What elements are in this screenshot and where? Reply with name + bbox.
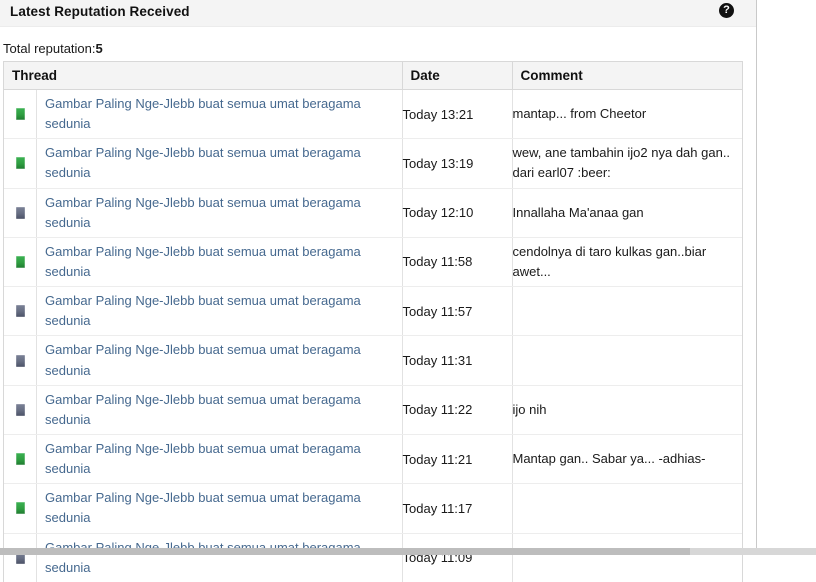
- reputation-neutral-icon: [15, 305, 25, 318]
- cell-thread: Gambar Paling Nge-Jlebb buat semua umat …: [4, 286, 403, 337]
- reputation-neutral-icon: [15, 206, 25, 219]
- horizontal-scrollbar[interactable]: [0, 548, 816, 555]
- cell-thread: Gambar Paling Nge-Jlebb buat semua umat …: [4, 237, 403, 288]
- cell-thread: Gambar Paling Nge-Jlebb buat semua umat …: [4, 138, 403, 189]
- table-row: Gambar Paling Nge-Jlebb buat semua umat …: [4, 286, 742, 337]
- reputation-indicator-cell: [4, 287, 37, 336]
- reputation-indicator-cell: [4, 139, 37, 188]
- reputation-indicator-cell: [4, 385, 37, 434]
- cell-date: Today 11:31: [402, 335, 513, 386]
- cell-comment: mantap... from Cheetor: [512, 89, 742, 140]
- cell-date: Today 11:22: [402, 385, 513, 435]
- cell-thread: Gambar Paling Nge-Jlebb buat semua umat …: [4, 335, 403, 386]
- cell-comment: [512, 533, 742, 582]
- cell-date: Today 13:19: [402, 138, 513, 189]
- reputation-table-body: Gambar Paling Nge-Jlebb buat semua umat …: [4, 89, 742, 582]
- total-reputation-label: Total reputation:: [3, 41, 96, 56]
- table-row: Gambar Paling Nge-Jlebb buat semua umat …: [4, 138, 742, 189]
- table-row: Gambar Paling Nge-Jlebb buat semua umat …: [4, 188, 742, 238]
- cell-comment: Innallaha Ma'anaa gan: [512, 188, 742, 238]
- reputation-positive-icon: [15, 157, 25, 170]
- thread-link[interactable]: Gambar Paling Nge-Jlebb buat semua umat …: [45, 538, 394, 578]
- thread-link[interactable]: Gambar Paling Nge-Jlebb buat semua umat …: [45, 291, 394, 331]
- reputation-positive-icon: [15, 502, 25, 515]
- panel-title-bar: Latest Reputation Received ?: [0, 0, 756, 27]
- thread-link[interactable]: Gambar Paling Nge-Jlebb buat semua umat …: [45, 242, 394, 282]
- reputation-positive-icon: [15, 108, 25, 121]
- thread-link[interactable]: Gambar Paling Nge-Jlebb buat semua umat …: [45, 193, 394, 233]
- table-row: Gambar Paling Nge-Jlebb buat semua umat …: [4, 89, 742, 140]
- table-row: Gambar Paling Nge-Jlebb buat semua umat …: [4, 483, 742, 534]
- cell-comment: Mantap gan.. Sabar ya... -adhias-: [512, 434, 742, 485]
- reputation-indicator-cell: [4, 533, 37, 582]
- cell-comment: [512, 286, 742, 337]
- cell-thread: Gambar Paling Nge-Jlebb buat semua umat …: [4, 385, 403, 435]
- cell-thread: Gambar Paling Nge-Jlebb buat semua umat …: [4, 483, 403, 534]
- table-row: Gambar Paling Nge-Jlebb buat semua umat …: [4, 385, 742, 435]
- cell-date: Today 11:57: [402, 286, 513, 337]
- cell-date: Today 13:21: [402, 89, 513, 140]
- column-header-comment[interactable]: Comment: [512, 62, 742, 90]
- reputation-indicator-cell: [4, 90, 37, 139]
- thread-link[interactable]: Gambar Paling Nge-Jlebb buat semua umat …: [45, 143, 394, 183]
- cell-comment: [512, 483, 742, 534]
- table-row: Gambar Paling Nge-Jlebb buat semua umat …: [4, 533, 742, 582]
- page-title: Latest Reputation Received: [10, 4, 190, 19]
- table-header-row: Thread Date Comment: [4, 62, 742, 90]
- column-header-date[interactable]: Date: [402, 62, 513, 90]
- cell-date: Today 11:17: [402, 483, 513, 534]
- cell-date: Today 11:58: [402, 237, 513, 288]
- table-row: Gambar Paling Nge-Jlebb buat semua umat …: [4, 335, 742, 386]
- reputation-indicator-cell: [4, 188, 37, 237]
- reputation-table: Thread Date Comment Gambar Paling Nge-Jl…: [4, 62, 742, 582]
- reputation-indicator-cell: [4, 434, 37, 484]
- table-row: Gambar Paling Nge-Jlebb buat semua umat …: [4, 237, 742, 288]
- cell-thread: Gambar Paling Nge-Jlebb buat semua umat …: [4, 533, 403, 582]
- reputation-indicator-cell: [4, 237, 37, 287]
- cell-date: Today 11:21: [402, 434, 513, 485]
- cell-date: Today 11:09: [402, 533, 513, 582]
- cell-thread: Gambar Paling Nge-Jlebb buat semua umat …: [4, 89, 403, 140]
- thread-link[interactable]: Gambar Paling Nge-Jlebb buat semua umat …: [45, 94, 394, 134]
- reputation-neutral-icon: [15, 354, 25, 367]
- horizontal-scrollbar-thumb[interactable]: [0, 548, 690, 555]
- reputation-positive-icon: [15, 453, 25, 466]
- reputation-panel: Latest Reputation Received ? Total reput…: [0, 0, 757, 582]
- cell-comment: ijo nih: [512, 385, 742, 435]
- cell-thread: Gambar Paling Nge-Jlebb buat semua umat …: [4, 188, 403, 238]
- total-reputation-value: 5: [95, 41, 103, 56]
- thread-link[interactable]: Gambar Paling Nge-Jlebb buat semua umat …: [45, 390, 394, 430]
- column-header-thread[interactable]: Thread: [4, 62, 403, 90]
- reputation-neutral-icon: [15, 403, 25, 416]
- reputation-table-container: Thread Date Comment Gambar Paling Nge-Jl…: [3, 61, 743, 582]
- thread-link[interactable]: Gambar Paling Nge-Jlebb buat semua umat …: [45, 488, 394, 528]
- thread-link[interactable]: Gambar Paling Nge-Jlebb buat semua umat …: [45, 439, 394, 479]
- reputation-indicator-cell: [4, 484, 37, 533]
- reputation-indicator-cell: [4, 336, 37, 385]
- total-reputation-line: Total reputation:5: [3, 41, 103, 56]
- question-mark-circle-icon[interactable]: ?: [719, 3, 734, 18]
- cell-date: Today 12:10: [402, 188, 513, 238]
- cell-thread: Gambar Paling Nge-Jlebb buat semua umat …: [4, 434, 403, 485]
- cell-comment: cendolnya di taro kulkas gan..biar awet.…: [512, 237, 742, 288]
- cell-comment: wew, ane tambahin ijo2 nya dah gan.. dar…: [512, 138, 742, 189]
- thread-link[interactable]: Gambar Paling Nge-Jlebb buat semua umat …: [45, 340, 394, 380]
- cell-comment: [512, 335, 742, 386]
- page-root: Latest Reputation Received ? Total reput…: [0, 0, 816, 582]
- reputation-positive-icon: [15, 255, 25, 268]
- table-row: Gambar Paling Nge-Jlebb buat semua umat …: [4, 434, 742, 485]
